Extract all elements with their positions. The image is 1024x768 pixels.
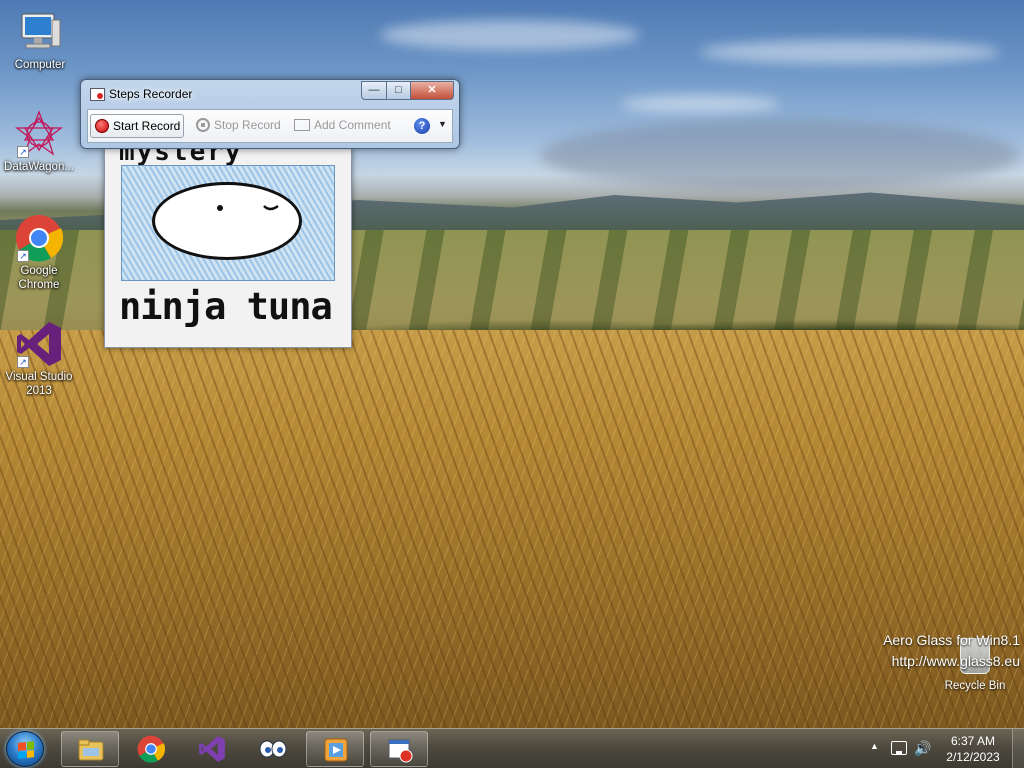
taskbar-visual-studio[interactable] <box>183 731 241 767</box>
visual-studio-icon <box>198 735 226 763</box>
clock-time: 6:37 AM <box>950 734 996 748</box>
clock-date: 2/12/2023 <box>946 750 1000 764</box>
visual-studio-icon: ↗ <box>15 320 63 368</box>
shortcut-arrow-icon: ↗ <box>17 356 29 368</box>
help-dropdown-arrow-icon[interactable]: ▼ <box>438 119 447 129</box>
windows-logo-icon <box>18 741 34 759</box>
taskbar: ▲ 🔊 6:37 AM 2/12/2023 <box>0 728 1024 768</box>
desktop-icon-computer[interactable]: Computer <box>2 8 78 72</box>
system-clock[interactable]: 6:37 AM 2/12/2023 <box>938 733 1008 765</box>
start-record-button[interactable]: Start Record <box>90 114 184 138</box>
network-icon[interactable] <box>891 741 907 755</box>
steps-recorder-window[interactable]: Steps Recorder — □ ✕ Start Record Stop R… <box>80 79 460 149</box>
cloud <box>620 95 780 113</box>
desktop-icon-visual-studio[interactable]: ↗ Visual Studio 2013 <box>1 320 77 398</box>
maximize-button[interactable]: □ <box>386 81 411 100</box>
taskbar-media-player[interactable] <box>306 731 364 767</box>
image-caption: ninja tuna <box>119 285 333 328</box>
start-button[interactable] <box>6 731 44 767</box>
computer-icon <box>16 8 64 56</box>
desktop-icon-label: Visual Studio 2013 <box>5 371 73 397</box>
taskbar-steps-recorder[interactable] <box>370 731 428 767</box>
shortcut-arrow-icon: ↗ <box>17 146 29 158</box>
steps-recorder-icon <box>386 736 414 764</box>
show-desktop-button[interactable] <box>1012 729 1024 768</box>
tuna-blob-shape <box>152 182 302 260</box>
background-image-window[interactable]: mystery ninja tuna <box>104 148 352 348</box>
recorder-toolbar: Start Record Stop Record Add Comment ? ▼ <box>87 109 453 143</box>
cloud <box>700 40 1000 64</box>
stop-record-label: Stop Record <box>214 118 281 132</box>
datawagon-icon: ↗ <box>15 110 63 158</box>
desktop-icon-label: Google Chrome <box>18 265 60 291</box>
stop-icon <box>196 118 210 132</box>
cloud <box>380 20 640 50</box>
taskbar-google-chrome[interactable] <box>122 731 180 767</box>
minimize-button[interactable]: — <box>361 81 387 100</box>
desktop-icon-label: Computer <box>14 59 66 71</box>
volume-icon[interactable]: 🔊 <box>914 740 931 757</box>
steps-recorder-icon <box>90 88 105 101</box>
shortcut-arrow-icon: ↗ <box>17 250 29 262</box>
chrome-icon: ↗ <box>15 214 64 262</box>
taskbar-file-explorer[interactable] <box>61 731 119 767</box>
aero-glass-watermark: Aero Glass for Win8.1 http://www.glass8.… <box>883 630 1020 672</box>
chrome-icon <box>137 735 166 763</box>
tray-expand-chevron-icon[interactable]: ▲ <box>870 741 879 751</box>
cloud <box>540 120 1020 190</box>
window-title: Steps Recorder <box>109 87 193 101</box>
comment-icon <box>294 119 310 131</box>
stop-record-button[interactable]: Stop Record <box>192 114 282 138</box>
desktop-icon-google-chrome[interactable]: ↗ Google Chrome <box>1 214 77 292</box>
eyes-icon <box>259 735 287 763</box>
help-button[interactable]: ? <box>414 118 430 134</box>
folder-icon <box>77 736 105 764</box>
watermark-line-2: http://www.glass8.eu <box>891 653 1020 669</box>
add-comment-button[interactable]: Add Comment <box>292 114 402 138</box>
watermark-line-1: Aero Glass for Win8.1 <box>883 632 1020 648</box>
record-icon <box>95 119 109 133</box>
close-button[interactable]: ✕ <box>410 81 454 100</box>
tuna-illustration <box>121 165 335 281</box>
desktop-icon-datawagon[interactable]: ↗ DataWagon... <box>1 110 77 174</box>
start-record-label: Start Record <box>113 119 181 133</box>
recycle-bin-label: Recycle Bin <box>944 680 1006 692</box>
taskbar-eyes-app[interactable] <box>244 731 302 767</box>
desktop-icon-label: DataWagon... <box>4 161 74 173</box>
grass <box>0 330 1024 728</box>
add-comment-label: Add Comment <box>314 118 391 132</box>
media-player-icon <box>322 736 350 764</box>
